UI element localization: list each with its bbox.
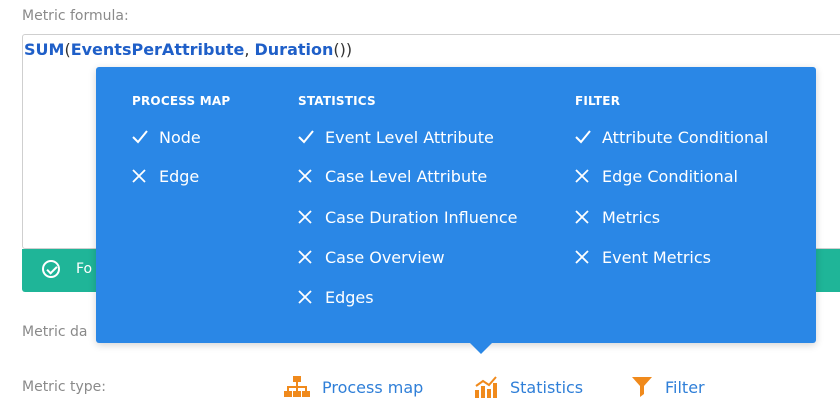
list-item: Case Overview bbox=[298, 246, 445, 268]
column-heading-filter: FILTER bbox=[575, 94, 621, 108]
formula-close: ()) bbox=[333, 40, 353, 59]
check-icon bbox=[132, 130, 159, 144]
close-icon bbox=[575, 169, 602, 183]
list-item: Edge Conditional bbox=[575, 165, 738, 187]
statistics-icon bbox=[475, 376, 497, 398]
item-label: Metrics bbox=[602, 207, 661, 227]
formula-arg-duration: Duration bbox=[254, 40, 334, 59]
list-item: Node bbox=[132, 126, 201, 148]
item-label: Edge bbox=[159, 166, 200, 186]
popover-arrow bbox=[470, 343, 492, 354]
list-item: Event Metrics bbox=[575, 246, 711, 268]
list-item: Event Level Attribute bbox=[298, 126, 494, 148]
list-item: Edge bbox=[132, 165, 199, 187]
metric-support-popover: PROCESS MAP Node Edge STATISTICS Event L… bbox=[96, 67, 816, 343]
list-item: Attribute Conditional bbox=[575, 126, 768, 148]
list-item: Metrics bbox=[575, 206, 660, 228]
item-label: Edge Conditional bbox=[602, 166, 738, 186]
item-label: Edges bbox=[325, 287, 374, 307]
metric-type-statistics-label: Statistics bbox=[510, 377, 584, 397]
item-label: Case Level Attribute bbox=[325, 166, 488, 186]
metric-type-filter-label: Filter bbox=[665, 377, 705, 397]
list-item: Case Duration Influence bbox=[298, 206, 518, 228]
check-circle-icon bbox=[42, 260, 60, 278]
metric-formula-label: Metric formula: bbox=[22, 8, 129, 24]
check-icon bbox=[298, 130, 325, 144]
formula-separator: , bbox=[244, 40, 255, 59]
close-icon bbox=[298, 210, 325, 224]
item-label: Event Level Attribute bbox=[325, 127, 494, 147]
close-icon bbox=[132, 169, 159, 183]
item-label: Node bbox=[159, 127, 201, 147]
metric-date-label: Metric da bbox=[22, 324, 88, 340]
check-icon bbox=[575, 130, 602, 144]
item-label: Case Duration Influence bbox=[325, 207, 518, 227]
list-item: Edges bbox=[298, 286, 374, 308]
item-label: Attribute Conditional bbox=[602, 127, 769, 147]
filter-icon bbox=[632, 377, 652, 397]
metric-type-statistics-button[interactable]: Statistics bbox=[474, 372, 583, 402]
metric-type-process-map-button[interactable]: Process map bbox=[284, 372, 423, 402]
item-label: Event Metrics bbox=[602, 247, 711, 267]
metric-type-filter-button[interactable]: Filter bbox=[631, 372, 705, 402]
formula-text[interactable]: SUM(EventsPerAttribute, Duration()) bbox=[24, 40, 352, 59]
item-label: Case Overview bbox=[325, 247, 445, 267]
metric-type-process-map-label: Process map bbox=[322, 377, 424, 397]
metric-type-label: Metric type: bbox=[22, 379, 106, 395]
process-map-icon bbox=[284, 376, 310, 397]
close-icon bbox=[298, 250, 325, 264]
formula-arg-events-per-attribute: EventsPerAttribute bbox=[70, 40, 245, 59]
close-icon bbox=[298, 290, 325, 304]
close-icon bbox=[575, 210, 602, 224]
column-heading-statistics: STATISTICS bbox=[298, 94, 376, 108]
column-heading-process-map: PROCESS MAP bbox=[132, 94, 231, 108]
formula-function: SUM bbox=[24, 40, 65, 59]
list-item: Case Level Attribute bbox=[298, 165, 487, 187]
formula-status-text: Fo bbox=[76, 261, 93, 277]
close-icon bbox=[575, 250, 602, 264]
close-icon bbox=[298, 169, 325, 183]
